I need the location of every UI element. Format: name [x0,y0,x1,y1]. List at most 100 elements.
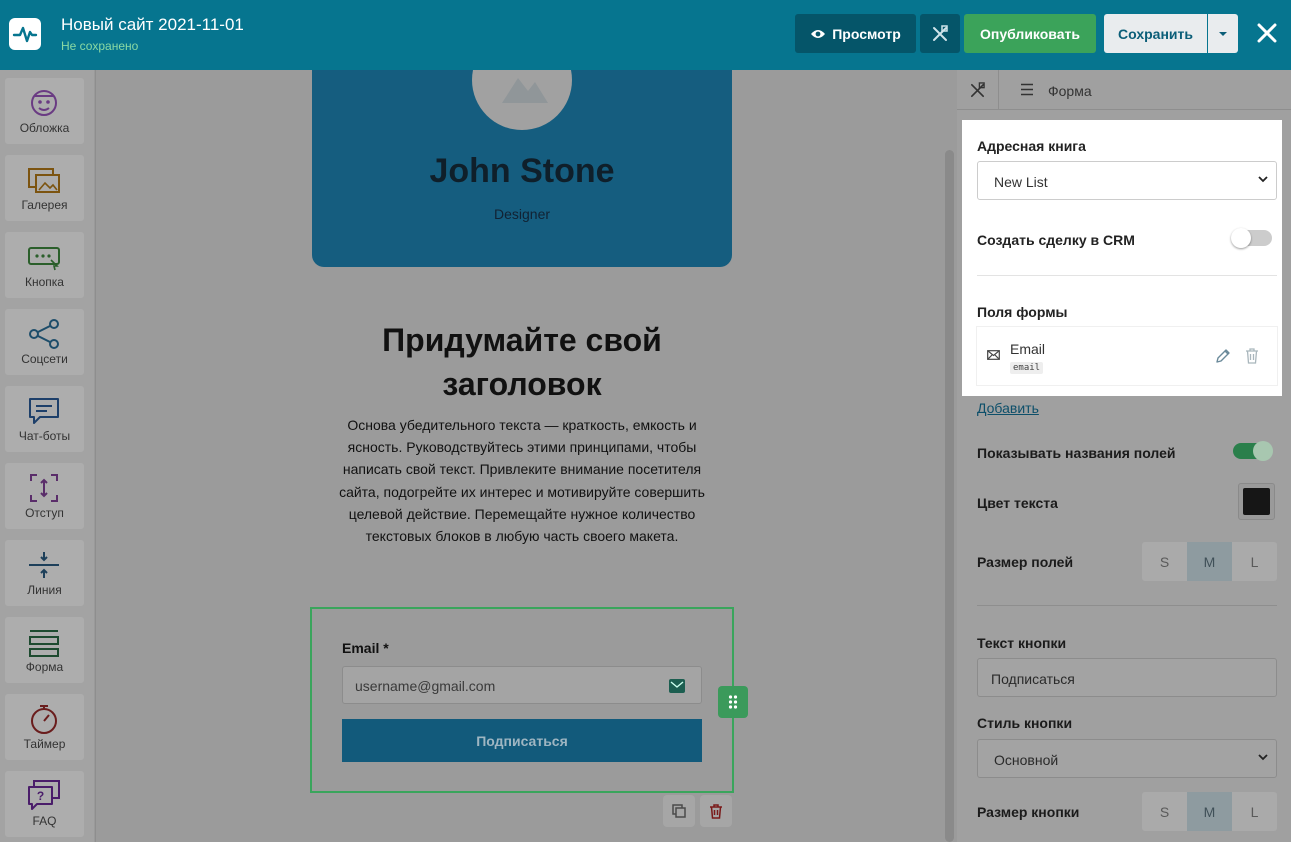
chevron-down-icon [1258,176,1268,183]
toggle-knob [1231,228,1251,248]
create-deal-label: Создать сделку в CRM [977,232,1135,248]
toggle-knob [1253,441,1273,461]
size-option-s[interactable]: S [1142,792,1187,831]
button-text-value: Подписаться [991,671,1075,687]
form-field-item[interactable]: Email email [977,327,1277,385]
sidebar-item-faq[interactable]: ? FAQ [5,771,84,837]
address-book-label: Адресная книга [977,138,1086,154]
caret-down-icon [1219,31,1227,36]
block-drag-handle[interactable] [718,686,748,718]
button-block-icon [28,247,60,271]
field-size-selector[interactable]: S M L [1142,542,1277,581]
sidebar-item-label: Соцсети [21,352,68,366]
sidebar-item-form[interactable]: Форма [5,617,84,683]
size-option-s[interactable]: S [1142,542,1187,581]
sidebar-item-label: Обложка [19,121,70,135]
top-bar: Новый сайт 2021-11-01 Не сохранено Просм… [0,0,1291,70]
email-field[interactable]: username@gmail.com [342,666,702,704]
profile-role[interactable]: Designer [312,206,732,222]
subscribe-button[interactable]: Подписаться [342,719,702,762]
divider [977,605,1277,606]
gallery-icon [28,168,60,193]
sidebar-item-gallery[interactable]: Галерея [5,155,84,221]
spacing-icon [30,474,58,502]
email-field-label: Email * [342,640,389,656]
sidebar-item-chatbots[interactable]: Чат-боты [5,386,84,452]
save-button[interactable]: Сохранить [1104,14,1207,53]
chat-icon [29,398,59,424]
sidebar-item-label: FAQ [32,814,57,828]
design-tools-button[interactable] [920,14,960,53]
publish-button[interactable]: Опубликовать [964,14,1096,53]
form-icon [1021,83,1033,96]
site-title[interactable]: Новый сайт 2021-11-01 [61,15,244,35]
breadcrumb-label: Форма [1048,83,1092,99]
sidebar-item-label: Таймер [23,737,66,751]
size-option-l[interactable]: L [1232,792,1277,831]
subscription-form-block[interactable]: Email * username@gmail.com Подписаться [310,607,734,793]
cover-icon [31,90,57,116]
sidebar-item-label: Кнопка [25,275,64,289]
sidebar-item-button[interactable]: Кнопка [5,232,84,298]
field-size-label: Размер полей [977,554,1074,570]
button-size-selector[interactable]: S M L [1142,792,1277,831]
text-color-picker[interactable] [1238,483,1275,520]
profile-name[interactable]: John Stone [312,152,732,191]
color-swatch [1243,488,1270,515]
save-options-button[interactable] [1208,14,1238,53]
size-option-l[interactable]: L [1232,542,1277,581]
sidebar-item-social[interactable]: Соцсети [5,309,84,375]
button-text-input[interactable]: Подписаться [977,658,1277,697]
sidebar-item-line[interactable]: Линия [5,540,84,606]
faq-icon: ? [28,780,60,810]
form-field-name: Email [1010,341,1046,357]
sidebar-item-label: Линия [27,583,62,597]
button-style-select[interactable]: Основной [977,739,1277,778]
button-size-label: Размер кнопки [977,804,1080,820]
eye-icon [811,29,826,38]
design-tools-icon [933,24,948,41]
delete-block-button[interactable] [700,795,732,827]
button-text-label: Текст кнопки [977,635,1067,651]
svg-text:?: ? [37,789,44,803]
profile-cover-block[interactable]: John Stone Designer [312,30,732,267]
address-book-select[interactable]: New List [977,161,1277,200]
copy-icon [672,804,686,818]
panel-breadcrumb: Форма [957,70,1291,110]
form-field-key: email [1010,362,1044,374]
design-tools-icon[interactable] [969,82,986,99]
trash-icon [710,803,722,819]
create-deal-toggle[interactable] [1231,228,1272,248]
add-field-link[interactable]: Добавить [977,400,1039,416]
block-library-sidebar: Обложка Галерея Кнопка Соцсети Чат-боты … [0,70,94,842]
divider [977,275,1277,276]
canvas-scrollbar[interactable] [945,150,954,842]
sidebar-item-label: Чат-боты [18,429,71,443]
size-option-m[interactable]: M [1187,792,1232,831]
address-book-value: New List [994,174,1048,190]
logo-pulse-icon[interactable] [9,18,41,50]
body-text[interactable]: Основа убедительного текста — краткость,… [336,414,708,547]
duplicate-block-button[interactable] [663,795,695,827]
sidebar-item-timer[interactable]: Таймер [5,694,84,760]
envelope-icon [987,350,1000,360]
size-option-m[interactable]: M [1187,542,1232,581]
trash-icon[interactable] [1245,348,1259,364]
text-color-label: Цвет текста [977,495,1058,511]
email-placeholder: username@gmail.com [355,678,496,694]
sidebar-item-cover[interactable]: Обложка [5,78,84,144]
sidebar-item-label: Форма [25,660,64,674]
preview-button[interactable]: Просмотр [795,14,916,53]
show-field-names-toggle[interactable] [1233,441,1273,461]
mail-icon [669,679,685,693]
chevron-down-icon [1258,754,1268,761]
page-headline[interactable]: Придумайте свой заголовок [312,318,732,406]
line-icon [29,552,59,578]
edit-pencil-icon[interactable] [1215,348,1231,364]
close-editor-button[interactable] [1254,20,1280,46]
form-icon [29,630,59,657]
preview-label: Просмотр [832,25,901,42]
form-fields-label: Поля формы [977,304,1068,320]
sidebar-item-spacing[interactable]: Отступ [5,463,84,529]
drag-dots-icon [728,695,738,709]
